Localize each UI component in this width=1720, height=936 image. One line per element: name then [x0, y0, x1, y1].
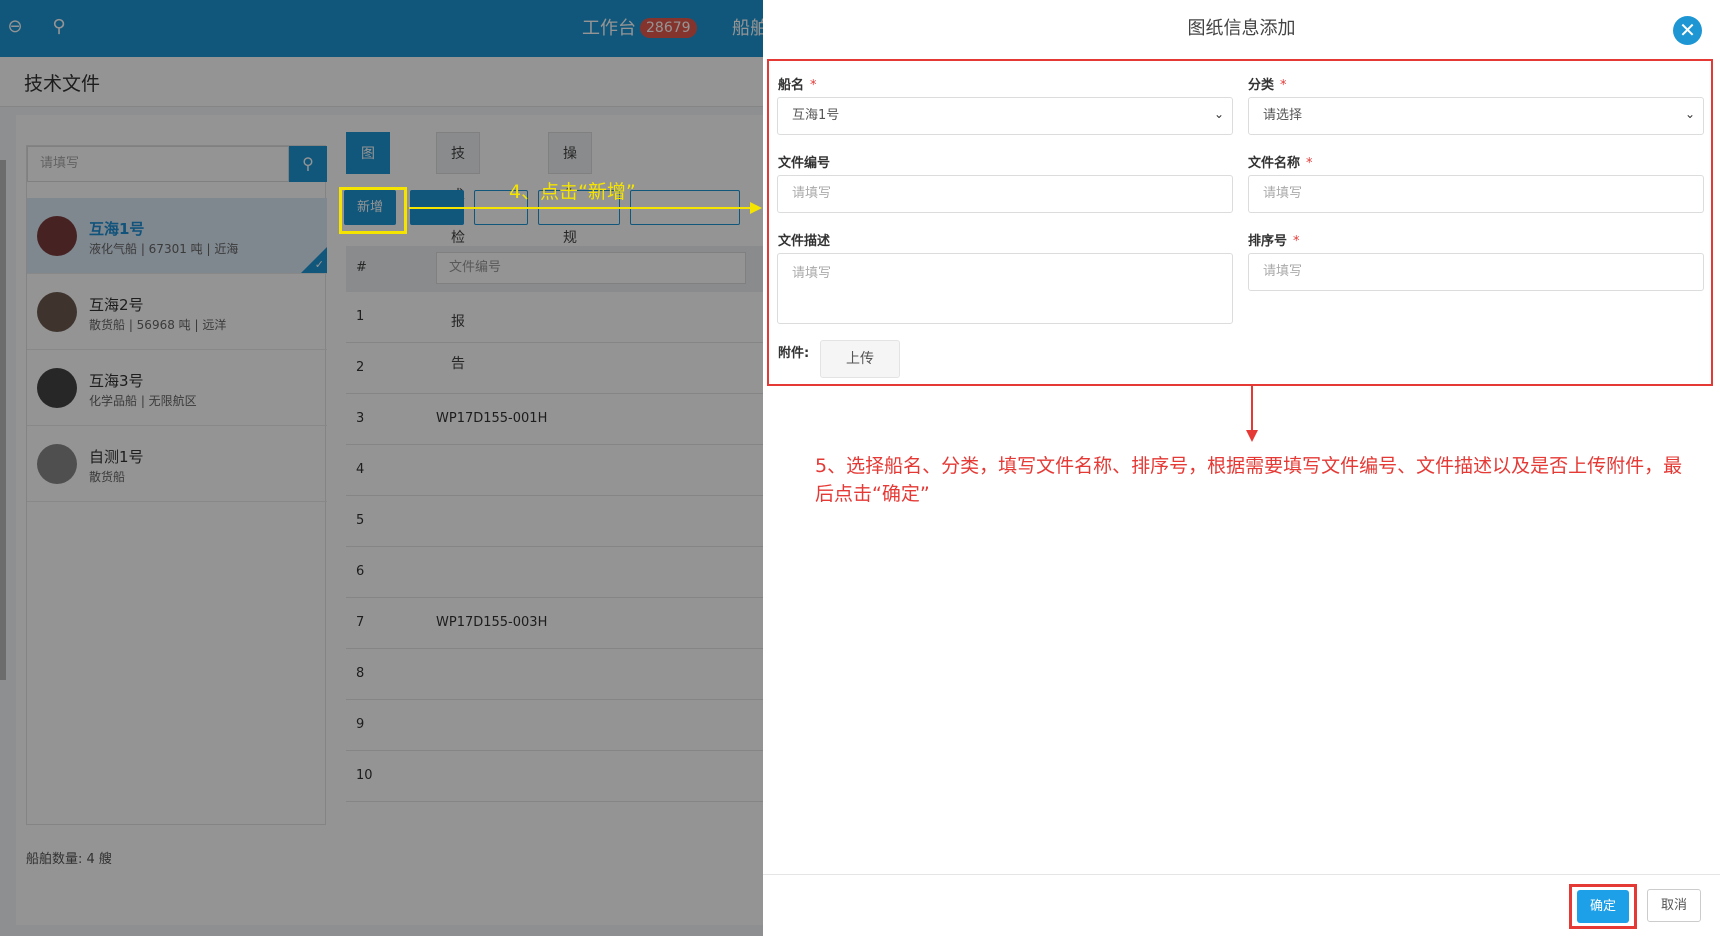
required-mark: * — [1306, 156, 1313, 171]
ship-name-label: 船名 * — [778, 78, 817, 93]
panel-title: 图纸信息添加 — [1187, 18, 1296, 39]
step4-arrow-head — [750, 202, 762, 214]
file-name-input[interactable]: 请填写 — [1248, 175, 1704, 213]
ok-button[interactable]: 确定 — [1577, 890, 1629, 923]
close-button[interactable]: ✕ — [1673, 16, 1702, 45]
desc-label: 文件描述 — [778, 234, 831, 249]
step5-annotation: 5、选择船名、分类，填写文件名称、排序号，根据需要填写文件编号、文件描述以及是否… — [815, 455, 1683, 505]
category-select[interactable]: 请选择 ⌄ — [1248, 97, 1704, 135]
required-mark: * — [1293, 234, 1300, 249]
sort-label: 排序号 * — [1248, 234, 1300, 249]
step4-annotation: 4、点击“新增” — [509, 181, 636, 203]
cancel-button[interactable]: 取消 — [1647, 889, 1701, 922]
category-label: 分类 * — [1248, 78, 1287, 93]
close-icon: ✕ — [1679, 18, 1696, 42]
chevron-down-icon: ⌄ — [1684, 107, 1695, 122]
chevron-down-icon: ⌄ — [1213, 107, 1224, 122]
file-no-label: 文件编号 — [778, 156, 831, 171]
step5-arrow-head — [1246, 430, 1258, 442]
required-mark: * — [1280, 78, 1287, 93]
sort-input[interactable]: 请填写 — [1248, 253, 1704, 291]
step4-arrow — [409, 207, 752, 209]
desc-textarea[interactable]: 请填写 — [777, 253, 1233, 324]
new-button-highlight — [339, 187, 407, 234]
step5-arrow — [1251, 386, 1253, 434]
modal-backdrop[interactable] — [0, 0, 763, 936]
attachment-label: 附件: — [778, 346, 810, 361]
ship-name-select[interactable]: 互海1号 ⌄ — [777, 97, 1233, 135]
file-no-input[interactable]: 请填写 — [777, 175, 1233, 213]
required-mark: * — [810, 78, 817, 93]
upload-button[interactable]: 上传 — [820, 340, 900, 378]
file-name-label: 文件名称 * — [1248, 156, 1313, 171]
